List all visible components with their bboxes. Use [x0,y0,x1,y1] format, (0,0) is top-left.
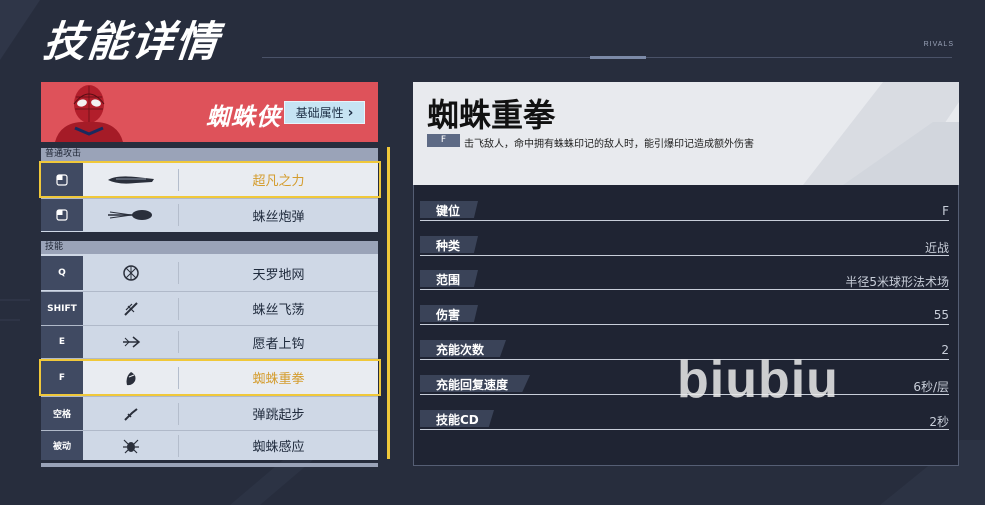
stat-value: F [942,204,949,218]
skill-row-q[interactable]: Q 天罗地网 [41,256,378,290]
stat-value: 2 [941,343,949,357]
stat-value: 近战 [924,241,949,255]
skill-name: 蜘蛛重拳 [252,372,305,387]
mouse-left-icon [41,163,83,196]
header-divider-accent [590,56,646,59]
stat-underline [420,289,949,290]
key-label: E [41,326,83,358]
stat-value: 6秒/层 [913,380,949,394]
key-label: 空格 [41,397,83,430]
web-swing-icon [83,292,178,325]
stat-row-keybind: 键位 F [420,201,949,221]
stat-label: 充能回复速度 [436,378,509,392]
mouse-left-icon [41,199,83,231]
chevron-right-icon: › [347,104,354,121]
skill-name: 超凡之力 [252,174,305,189]
stat-label: 充能次数 [436,343,485,357]
page-title: 技能详情 [41,17,223,66]
stat-underline [420,429,949,430]
spider-sense-icon [83,431,178,460]
watermark: biubiu [677,351,839,409]
section-header-normal-attack: 普通攻击 [41,148,378,161]
skill-row-normal-attack-2[interactable]: 蛛丝炮弹 [41,199,378,231]
web-cannonball-icon [83,199,178,231]
key-label: SHIFT [41,292,83,325]
stat-label: 技能CD [436,413,479,427]
skill-row-space[interactable]: 空格 弹跳起步 [41,397,378,430]
skill-name: 蛛丝炮弹 [252,209,305,225]
skill-row-passive[interactable]: 被动 蜘蛛感应 [41,431,378,460]
hero-portrait [55,85,123,142]
stat-label: 伤害 [436,308,461,322]
skill-name: 蜘蛛感应 [252,440,305,455]
stat-value: 半径5米球形法术场 [845,275,949,289]
skill-row-shift[interactable]: SHIFT 蛛丝飞荡 [41,292,378,325]
list-footer-bar [41,463,378,467]
skill-row-f[interactable]: F 蜘蛛重拳 [41,361,378,394]
spider-jump-icon [83,397,178,430]
basic-attributes-label: 基础属性 [295,106,344,120]
stat-value: 55 [933,308,949,322]
stat-underline [420,255,949,256]
stat-underline [420,324,949,325]
hero-name: 蜘蛛侠 [206,103,281,131]
basic-attributes-button[interactable]: 基础属性 › [284,101,365,124]
stat-label: 键位 [436,204,461,218]
stat-row-range: 范围 半径5米球形法术场 [420,270,949,290]
stat-row-damage: 伤害 55 [420,305,949,325]
skill-name: 天罗地网 [252,267,305,283]
skill-row-e[interactable]: E 愿者上钩 [41,326,378,358]
stat-row-cooldown: 技能CD 2秒 [420,410,949,430]
key-label: 被动 [41,431,83,460]
skill-description: 击飞敌人，命中拥有蛛蛛印记的敌人时，能引爆印记造成额外伤害 [464,139,754,150]
stat-row-type: 种类 近战 [420,236,949,256]
row-divider [41,358,378,359]
skill-detail-title: 蜘蛛重拳 [427,96,556,134]
section-header-skills: 技能 [41,241,378,254]
brand-tag: RIVALS [923,41,954,48]
stat-label: 种类 [436,239,461,253]
skill-name: 弹跳起步 [252,408,305,423]
amazing-combo-icon [83,361,178,394]
web-net-icon [83,256,178,290]
key-label: Q [41,256,83,290]
super-strength-icon [83,163,178,196]
skill-name: 愿者上钩 [252,336,305,352]
selection-rail [387,147,390,459]
skill-row-normal-attack-1[interactable]: 超凡之力 [41,163,378,196]
get-over-here-icon [83,326,178,358]
skill-key-badge: F [427,134,460,147]
key-label: F [41,361,83,394]
stat-underline [420,220,949,221]
skill-name: 蛛丝飞荡 [252,303,305,318]
stat-label: 范围 [436,273,461,287]
stat-value: 2秒 [929,415,949,429]
